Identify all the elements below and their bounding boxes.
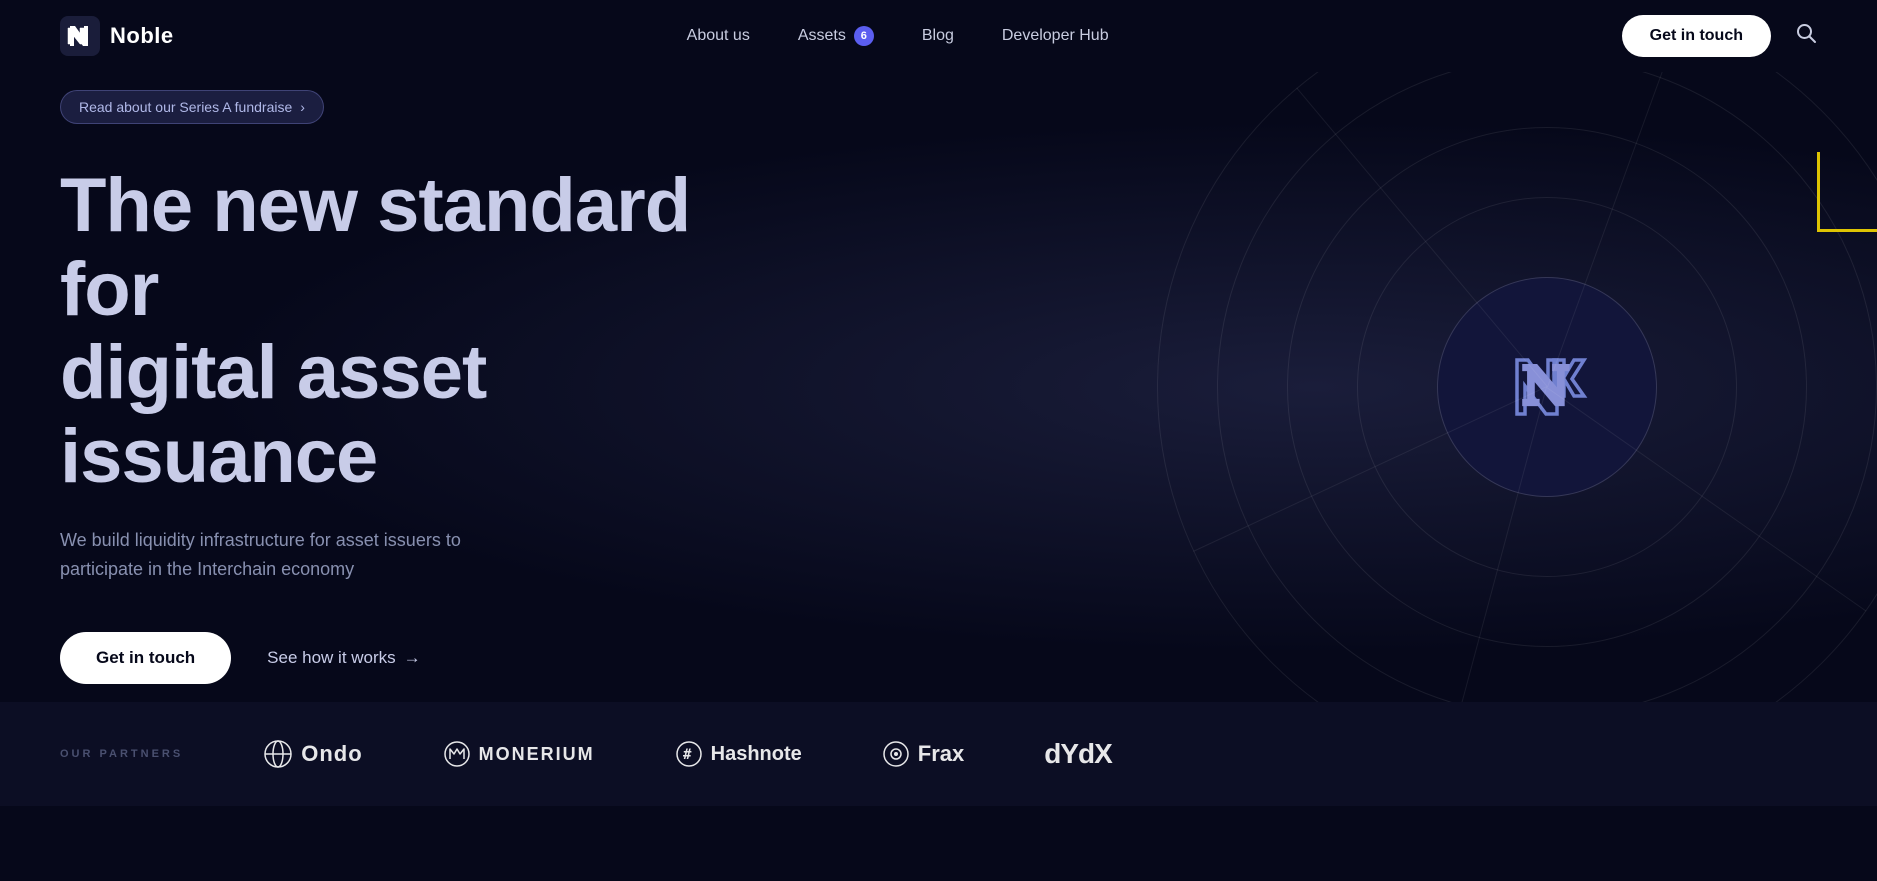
logo-icon	[60, 16, 100, 56]
partner-frax[interactable]: Frax	[882, 740, 964, 768]
hero-subtitle: We build liquidity infrastructure for as…	[60, 526, 540, 584]
hero-see-how-link[interactable]: See how it works →	[267, 648, 421, 668]
partners-bar: OUR PARTNERS Ondo MONERIUM # Ha	[0, 702, 1877, 806]
link-arrow-icon: →	[404, 648, 421, 668]
hashnote-icon: #	[675, 740, 703, 768]
nav-blog[interactable]: Blog	[922, 27, 954, 45]
partners-logos: Ondo MONERIUM # Hashnote Frax	[263, 738, 1817, 770]
hero-title: The new standard for digital asset issua…	[60, 164, 800, 498]
monerium-icon	[443, 740, 471, 768]
nav-assets[interactable]: Assets 6	[798, 26, 874, 46]
frax-icon	[882, 740, 910, 768]
series-a-badge[interactable]: Read about our Series A fundraise ›	[60, 90, 324, 124]
nav-developer-hub[interactable]: Developer Hub	[1002, 27, 1109, 45]
decorative-circles: ℕ	[1157, 72, 1877, 702]
yellow-accent-decoration	[1817, 152, 1877, 232]
nav-about-us[interactable]: About us	[687, 27, 750, 45]
hero-get-in-touch-button[interactable]: Get in touch	[60, 632, 231, 684]
hero-content: Read about our Series A fundraise › The …	[0, 90, 860, 684]
nav-right: Get in touch	[1622, 15, 1817, 57]
ondo-icon	[263, 739, 293, 769]
hero-section: ℕ Read about our Series A fundraise › Th…	[0, 72, 1877, 702]
assets-badge: 6	[854, 26, 874, 46]
svg-text:#: #	[683, 747, 692, 763]
hero-actions: Get in touch See how it works →	[60, 632, 800, 684]
badge-arrow-icon: ›	[300, 99, 305, 115]
nav-links: About us Assets 6 Blog Developer Hub	[687, 26, 1109, 46]
logo-text: Noble	[110, 23, 174, 49]
logo[interactable]: Noble	[60, 16, 174, 56]
navbar: Noble About us Assets 6 Blog Developer H…	[0, 0, 1877, 72]
search-icon[interactable]	[1795, 22, 1817, 50]
partner-ondo[interactable]: Ondo	[263, 739, 362, 769]
partners-label: OUR PARTNERS	[60, 748, 183, 760]
partner-hashnote[interactable]: # Hashnote	[675, 740, 802, 768]
partner-monerium[interactable]: MONERIUM	[443, 740, 595, 768]
nav-get-in-touch-button[interactable]: Get in touch	[1622, 15, 1771, 57]
partner-dydx[interactable]: dYdX	[1044, 738, 1112, 770]
